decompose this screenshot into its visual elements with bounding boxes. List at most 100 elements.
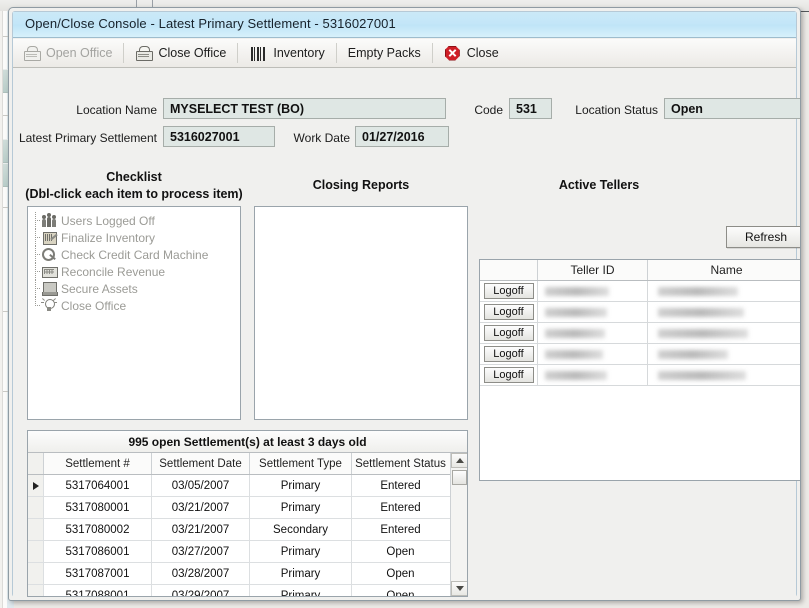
settlement-number-cell: 5317088001	[44, 585, 152, 596]
table-row[interactable]: 5317088001 03/29/2007 Primary Open	[28, 585, 467, 596]
checklist-item-label: Reconcile Revenue	[61, 264, 166, 279]
lightbulb-icon	[41, 298, 57, 313]
teller-row[interactable]: Logoff	[480, 281, 800, 302]
settlement-date-header[interactable]: Settlement Date	[152, 453, 250, 474]
close-label: Close	[466, 46, 499, 60]
logoff-button[interactable]: Logoff	[483, 325, 534, 341]
row-indicator	[28, 475, 44, 496]
table-row[interactable]: 5317064001 03/05/2007 Primary Entered	[28, 475, 467, 497]
window-inner-frame: Open/Close Console - Latest Primary Sett…	[12, 11, 800, 597]
checklist-panel[interactable]: Users Logged Off Finalize Inventory Chec…	[27, 206, 241, 420]
teller-row[interactable]: Logoff	[480, 365, 800, 386]
settlements-caption: 995 open Settlement(s) at least 3 days o…	[28, 431, 467, 453]
tree-connector-icon	[32, 246, 41, 263]
redacted-teller-name	[658, 349, 728, 359]
checklist-item-label: Finalize Inventory	[61, 230, 156, 245]
settlements-grid[interactable]: 995 open Settlement(s) at least 3 days o…	[27, 430, 468, 597]
monitor-icon	[41, 281, 58, 296]
checklist-item-reconcile-revenue[interactable]: Reconcile Revenue	[28, 263, 240, 280]
settlement-date-cell: 03/21/2007	[152, 497, 250, 518]
tree-connector-icon	[32, 212, 41, 229]
redacted-teller-name	[658, 286, 738, 296]
toolbar: Open Office Close Office Inventory Empty…	[13, 39, 796, 68]
work-date-field[interactable]: 01/27/2016	[355, 126, 449, 147]
tellers-column-teller-id: Teller ID	[538, 260, 648, 280]
red-x-icon	[444, 45, 460, 61]
teller-id-cell	[538, 281, 648, 301]
settlement-date-cell: 03/28/2007	[152, 563, 250, 584]
teller-row[interactable]: Logoff	[480, 344, 800, 365]
users-icon	[41, 213, 57, 228]
table-row[interactable]: 5317087001 03/28/2007 Primary Open	[28, 563, 467, 585]
active-tellers-grid[interactable]: Teller ID Name Logoff Logoff Logoff Logo…	[479, 259, 800, 481]
teller-row[interactable]: Logoff	[480, 323, 800, 344]
work-date-label: Work Date	[293, 131, 350, 145]
open-office-button[interactable]: Open Office	[13, 40, 122, 67]
logoff-button[interactable]: Logoff	[483, 304, 534, 320]
settlement-type-header[interactable]: Settlement Type	[250, 453, 352, 474]
checklist-item-close-office[interactable]: Close Office	[28, 297, 240, 314]
open-close-console-window: Open/Close Console - Latest Primary Sett…	[8, 7, 801, 601]
settlement-date-cell: 03/29/2007	[152, 585, 250, 596]
settlement-number-header[interactable]: Settlement #	[44, 453, 152, 474]
teller-action-cell: Logoff	[480, 302, 538, 322]
code-label: Code	[474, 103, 503, 117]
logoff-button[interactable]: Logoff	[483, 283, 534, 299]
settlement-type-cell: Primary	[250, 585, 352, 596]
code-field[interactable]: 531	[509, 98, 552, 119]
redacted-teller-id	[545, 286, 609, 296]
teller-action-cell: Logoff	[480, 323, 538, 343]
scroll-down-button[interactable]	[451, 581, 467, 596]
close-office-button[interactable]: Close Office	[125, 40, 236, 67]
inventory-button[interactable]: Inventory	[239, 40, 334, 67]
teller-row[interactable]: Logoff	[480, 302, 800, 323]
checklist-item-users-logged-off[interactable]: Users Logged Off	[28, 212, 240, 229]
redacted-teller-id	[545, 328, 605, 338]
empty-packs-label: Empty Packs	[347, 46, 421, 60]
location-name-field[interactable]: MYSELECT TEST (BO)	[163, 98, 446, 119]
teller-name-cell	[648, 323, 800, 343]
teller-action-cell: Logoff	[480, 365, 538, 385]
close-button[interactable]: Close	[434, 40, 509, 67]
scroll-up-button[interactable]	[451, 453, 467, 468]
table-row[interactable]: 5317080001 03/21/2007 Primary Entered	[28, 497, 467, 519]
table-row[interactable]: 5317086001 03/27/2007 Primary Open	[28, 541, 467, 563]
teller-id-cell	[538, 344, 648, 364]
open-office-label: Open Office	[46, 46, 113, 60]
checklist-item-label: Secure Assets	[61, 281, 138, 296]
closing-reports-title: Closing Reports	[312, 178, 410, 192]
closing-reports-panel[interactable]	[254, 206, 468, 420]
settlement-status-header[interactable]: Settlement Status	[352, 453, 449, 474]
close-office-label: Close Office	[158, 46, 227, 60]
settlement-date-cell: 03/27/2007	[152, 541, 250, 562]
teller-name-cell	[648, 281, 800, 301]
refresh-button[interactable]: Refresh	[726, 226, 800, 248]
scrollbar-thumb[interactable]	[452, 470, 467, 485]
table-row[interactable]: 5317080002 03/21/2007 Secondary Entered	[28, 519, 467, 541]
latest-primary-settlement-field[interactable]: 5316027001	[163, 126, 275, 147]
checklist-item-secure-assets[interactable]: Secure Assets	[28, 280, 240, 297]
row-indicator	[28, 541, 44, 562]
content-area: Location Name MYSELECT TEST (BO) Code 53…	[13, 68, 800, 597]
teller-action-cell: Logoff	[480, 344, 538, 364]
empty-packs-button[interactable]: Empty Packs	[338, 40, 431, 67]
checklist-item-check-credit-card-machine[interactable]: Check Credit Card Machine	[28, 246, 240, 263]
redacted-teller-name	[658, 370, 746, 380]
checklist-item-finalize-inventory[interactable]: Finalize Inventory	[28, 229, 240, 246]
settlements-vertical-scrollbar[interactable]	[450, 453, 467, 596]
logoff-button[interactable]: Logoff	[483, 346, 534, 362]
tree-connector-icon	[32, 297, 41, 314]
location-status-field[interactable]: Open	[664, 98, 800, 119]
printer-icon	[23, 45, 41, 61]
toolbar-separator	[123, 43, 125, 63]
triangle-down-icon	[455, 586, 464, 591]
logoff-button[interactable]: Logoff	[483, 367, 534, 383]
settlement-date-cell: 03/05/2007	[152, 475, 250, 496]
teller-action-cell: Logoff	[480, 281, 538, 301]
teller-id-cell	[538, 365, 648, 385]
teller-id-cell	[538, 323, 648, 343]
settlement-status-cell: Open	[386, 545, 415, 558]
toolbar-separator	[335, 43, 337, 63]
settlement-date-cell: 03/21/2007	[152, 519, 250, 540]
checklist-item-label: Users Logged Off	[61, 213, 155, 228]
